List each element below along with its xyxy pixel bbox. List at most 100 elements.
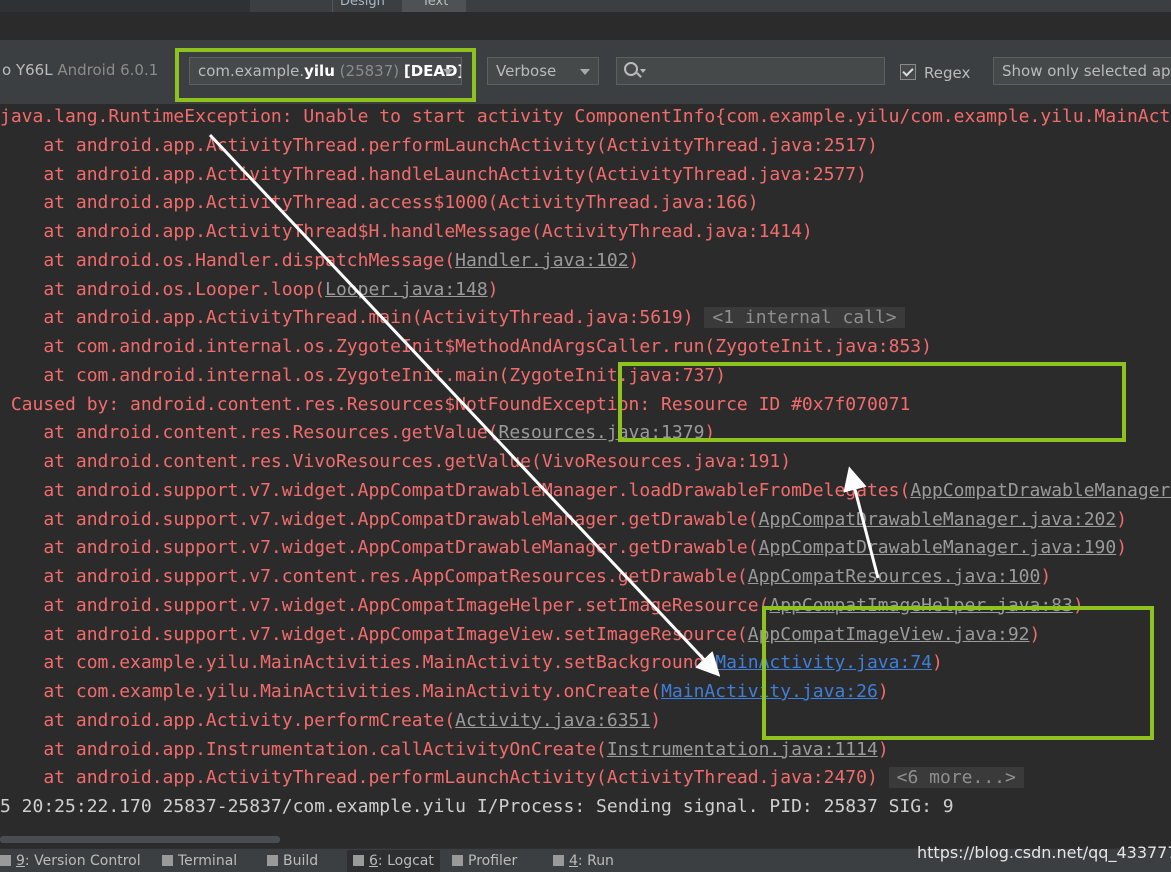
source-link[interactable]: AppCompatDrawableManager.java:202 (759, 509, 1117, 530)
tool-tab-terminal[interactable]: Terminal (162, 853, 237, 869)
log-line: at android.app.ActivityThread$H.handleMe… (0, 217, 813, 246)
search-input[interactable] (616, 57, 885, 85)
regex-label: Regex (924, 64, 971, 82)
tool-tab-label: : Version Control (24, 853, 141, 869)
log-line-text: at android.app.ActivityThread.access$100… (0, 192, 759, 214)
log-line-text: at android.support.v7.widget.AppCompatDr… (0, 508, 759, 530)
watermark: https://blog.csdn.net/qq_43377749 (917, 843, 1171, 862)
filter-value: Show only selected application (1002, 62, 1171, 80)
run-icon (553, 855, 564, 866)
device-os: Android 6.0.1 (57, 61, 159, 79)
log-line-text: at android.support.v7.content.res.AppCom… (0, 566, 748, 587)
tool-tab-shortcut: 4 (569, 853, 578, 869)
tool-tab-version-control[interactable]: 9: Version Control (0, 853, 141, 869)
tab-design[interactable]: Design (340, 0, 385, 9)
tool-tab-label: Terminal (178, 853, 238, 869)
log-line-text: 5 20:25:22.170 25837-25837/com.example.y… (0, 796, 954, 817)
log-line-suffix: ) (487, 278, 499, 300)
tab-divider (332, 0, 333, 12)
folded-calls-link[interactable]: <6 more...> (888, 767, 1024, 789)
source-link[interactable]: AppCompatDrawableManager.java:190 (759, 537, 1117, 558)
tool-tab-label: : Run (577, 853, 614, 869)
profiler-icon (452, 855, 463, 866)
log-line: at android.os.Handler.dispatchMessage(Ha… (0, 246, 639, 275)
log-line-text: at android.os.Handler.dispatchMessage( (0, 249, 456, 271)
log-line: at com.example.yilu.MainActivities.MainA… (0, 677, 888, 706)
log-line: at com.android.internal.os.ZygoteInit$Me… (0, 332, 932, 361)
source-link[interactable]: AppCompatResources.java:100 (748, 566, 1041, 587)
log-line-suffix: ) (628, 249, 640, 271)
tool-tab-build[interactable]: Build (267, 853, 318, 869)
tool-tab-logcat[interactable]: 6: Logcat (347, 850, 440, 872)
search-history-dropdown-icon[interactable] (640, 69, 646, 73)
tool-tab-shortcut: 9 (16, 853, 25, 869)
log-line-text: at android.app.ActivityThread.performLau… (0, 134, 878, 156)
log-line-text: at android.app.ActivityThread$H.handleMe… (0, 221, 813, 242)
filter-selector[interactable]: Show only selected application (993, 57, 1171, 85)
log-line: at android.app.Instrumentation.callActiv… (0, 735, 889, 764)
regex-toggle[interactable]: Regex (900, 64, 970, 82)
log-line-text: at android.support.v7.widget.AppCompatDr… (0, 537, 759, 559)
log-line-suffix: ) (650, 709, 662, 731)
log-line: at android.support.v7.widget.AppCompatDr… (0, 533, 1127, 562)
source-link[interactable]: Activity.java:6351 (455, 710, 650, 731)
regex-checkbox[interactable] (900, 64, 916, 80)
log-line: at android.support.v7.widget.AppCompatDr… (0, 476, 1171, 505)
log-line: at android.app.ActivityThread.performLau… (0, 131, 878, 160)
log-line-text: at com.example.yilu.MainActivities.MainA… (0, 652, 716, 674)
tool-tab-profiler[interactable]: Profiler (452, 853, 517, 869)
version-control-icon (0, 855, 11, 866)
log-line-text: at android.app.Instrumentation.callActiv… (0, 738, 607, 760)
build-icon (267, 855, 278, 866)
annotation-box-main-activity (762, 606, 1154, 740)
tab-text[interactable]: Text (402, 0, 466, 12)
source-link[interactable]: Handler.java:102 (455, 250, 628, 271)
log-line-text: at android.content.res.Resources.getValu… (0, 422, 499, 444)
log-line: at android.app.Activity.performCreate(Ac… (0, 706, 661, 735)
editor-tab-strip: Design Text (0, 0, 1171, 12)
log-line-text: at android.os.Looper.loop( (0, 278, 326, 300)
log-line-suffix: ) (1116, 508, 1128, 530)
logcat-icon (353, 855, 364, 866)
tool-tab-label: Profiler (468, 853, 518, 869)
tool-tab-label: : Logcat (377, 853, 434, 869)
log-line-text: at com.example.yilu.MainActivities.MainA… (0, 681, 662, 702)
search-icon[interactable] (624, 62, 638, 76)
folded-calls-link[interactable]: <1 internal call> (704, 307, 905, 329)
chevron-down-icon (580, 69, 590, 75)
source-link[interactable]: Looper.java:148 (325, 279, 488, 300)
log-line-text: at android.support.v7.widget.AppCompatIm… (0, 623, 748, 645)
log-line-text: at android.app.ActivityThread.handleLaun… (0, 163, 867, 185)
log-line: at android.support.v7.content.res.AppCom… (0, 562, 1051, 591)
log-line-text: at com.android.internal.os.ZygoteInit$Me… (0, 336, 932, 357)
log-line-text: at android.app.Activity.performCreate( (0, 709, 456, 731)
tab-text-label: Text (422, 0, 449, 9)
source-link[interactable]: AppCompatDrawableManager.java:374 (910, 480, 1171, 501)
log-line: at android.app.ActivityThread.main(Activ… (0, 303, 905, 332)
editor-tab-strip-left (0, 0, 250, 12)
log-line-text: at android.support.v7.widget.AppCompatIm… (0, 594, 770, 616)
log-line-text: java.lang.RuntimeException: Unable to st… (0, 106, 1171, 127)
log-line: at android.app.ActivityThread.handleLaun… (0, 160, 867, 189)
device-selector[interactable]: o Y66L Android 6.0.1 (0, 57, 174, 85)
log-line-text: at android.app.ActivityThread.performLau… (0, 767, 889, 789)
annotation-box-process (175, 48, 476, 102)
annotation-box-exception (618, 362, 1126, 442)
log-line-suffix: ) (1116, 537, 1128, 559)
tool-tab-label: Build (283, 853, 319, 869)
tool-tab-shortcut: 6 (369, 853, 378, 869)
log-line: at android.support.v7.widget.AppCompatDr… (0, 505, 1127, 534)
log-line-suffix: ) (877, 738, 889, 760)
log-line-text: at android.content.res.VivoResources.get… (0, 451, 792, 472)
log-line: at android.os.Looper.loop(Looper.java:14… (0, 275, 499, 304)
log-line: 5 20:25:22.170 25837-25837/com.example.y… (0, 792, 954, 821)
tool-tab-run[interactable]: 4: Run (553, 853, 614, 869)
log-line: at android.content.res.VivoResources.get… (0, 447, 791, 476)
log-level-value: Verbose (496, 62, 557, 80)
log-line-text: at android.app.ActivityThread.main(Activ… (0, 307, 705, 329)
log-line: at android.app.ActivityThread.performLau… (0, 763, 1024, 792)
log-level-selector[interactable]: Verbose (487, 57, 599, 85)
horizontal-scrollbar[interactable] (0, 836, 280, 843)
source-link[interactable]: Instrumentation.java:1114 (607, 739, 878, 760)
log-line: at android.app.ActivityThread.access$100… (0, 188, 759, 217)
